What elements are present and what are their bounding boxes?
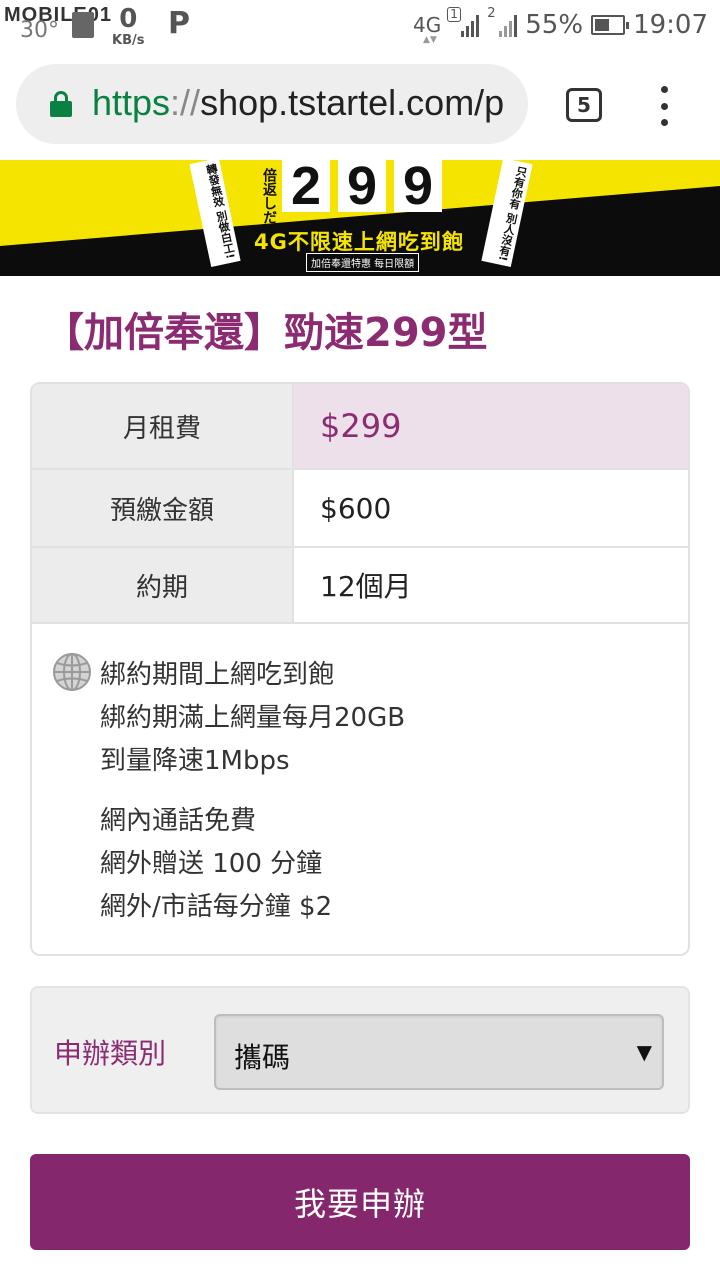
url-host-path: shop.tstartel.com/p [200,82,505,123]
globe-icon [53,653,91,691]
image-icon [72,12,94,38]
clock: 19:07 [633,10,708,40]
banner-price-digit: 9 [338,160,386,213]
network-type: 4G ▲▼ [413,13,442,45]
banner-price-digit: 9 [394,160,442,213]
battery-fill [595,19,610,31]
feature-item: 網外贈送 100 分鐘 [100,849,323,879]
banner-tag: 倍返しだ [261,168,277,224]
sim2-label: 2 [487,6,496,21]
monthly-fee-label: 月租費 [32,384,294,468]
feature-item: 網外/市話每分鐘 $2 [100,892,333,922]
table-row: 月租費 $299 [32,384,688,470]
monthly-fee-value: $299 [294,384,688,468]
voice-features: 網內通話免費 網外贈送 100 分鐘 網外/市話每分鐘 $2 [100,800,332,929]
caret-down-icon: ▼ [636,1040,652,1064]
network-speed: 0 KB/s [112,6,144,47]
apply-type-selected: 攜碼 [234,1041,291,1074]
battery-icon [591,15,630,35]
banner-slogan: 4G不限速上網吃到飽 [254,230,464,254]
temperature-indicator: 30° [20,18,59,43]
banner-small-note: 加倍奉還特惠 每日限額 [306,253,420,272]
banner-price: 2 9 9 [282,160,442,213]
prepay-label: 預繳金額 [32,470,294,546]
apply-type-section: 申辦類別 攜碼 ▼ [30,986,690,1114]
network-speed-unit: KB/s [112,33,145,48]
browser-toolbar: https://shop.tstartel.com/p 5 [0,50,720,160]
contract-term-label: 約期 [32,548,294,622]
apply-type-select[interactable]: 攜碼 ▼ [214,1014,664,1090]
tabs-icon[interactable]: 5 [566,88,602,122]
url-text[interactable]: https://shop.tstartel.com/p [92,82,504,124]
url-scheme: https [92,82,171,123]
status-bar: MOBILE01 30° 0 KB/s P 4G ▲▼ 1 2 55% 19:0… [0,0,720,50]
parking-icon: P [168,6,190,41]
prepay-value: $600 [320,491,392,525]
network-type-label: 4G [413,13,442,37]
plan-title: 【加倍奉還】勁速299型 [44,310,488,356]
sim1-label: 1 [447,7,461,22]
apply-type-label: 申辦類別 [54,1037,167,1070]
banner-price-digit: 2 [282,160,330,213]
overflow-menu-icon[interactable] [652,86,676,126]
network-speed-value: 0 [119,4,138,34]
sim1-signal-icon: 1 [447,7,480,37]
feature-item: 綁約期間上網吃到飽 [100,660,335,690]
data-activity-icon: ▲▼ [423,35,437,45]
feature-item: 到量降速1Mbps [100,746,290,776]
status-right-group: 4G ▲▼ 1 2 55% 19:07 [413,7,708,45]
table-row: 預繳金額 $600 [32,470,688,548]
lock-icon[interactable] [50,91,72,117]
feature-item: 綁約期滿上網量每月20GB [100,703,406,733]
contract-term-value: 12個月 [320,570,412,603]
plan-details-card: 月租費 $299 預繳金額 $600 約期 12個月 綁約期間上網吃到飽 綁約期… [30,382,690,956]
sim2-signal-icon: 2 [487,7,518,37]
table-row: 約期 12個月 [32,548,688,624]
data-features: 綁約期間上網吃到飽 綁約期滿上網量每月20GB 到量降速1Mbps [100,654,405,783]
apply-now-button[interactable]: 我要申辦 [30,1154,690,1250]
battery-percent: 55% [525,10,584,40]
promo-banner[interactable]: 轉發無效 別做白工! 倍返しだ 2 9 9 4G不限速上網吃到飽 加倍奉還特惠 … [0,160,720,276]
url-separator: :// [170,82,201,123]
address-bar[interactable]: https://shop.tstartel.com/p [16,64,528,144]
feature-item: 網內通話免費 [100,806,257,836]
